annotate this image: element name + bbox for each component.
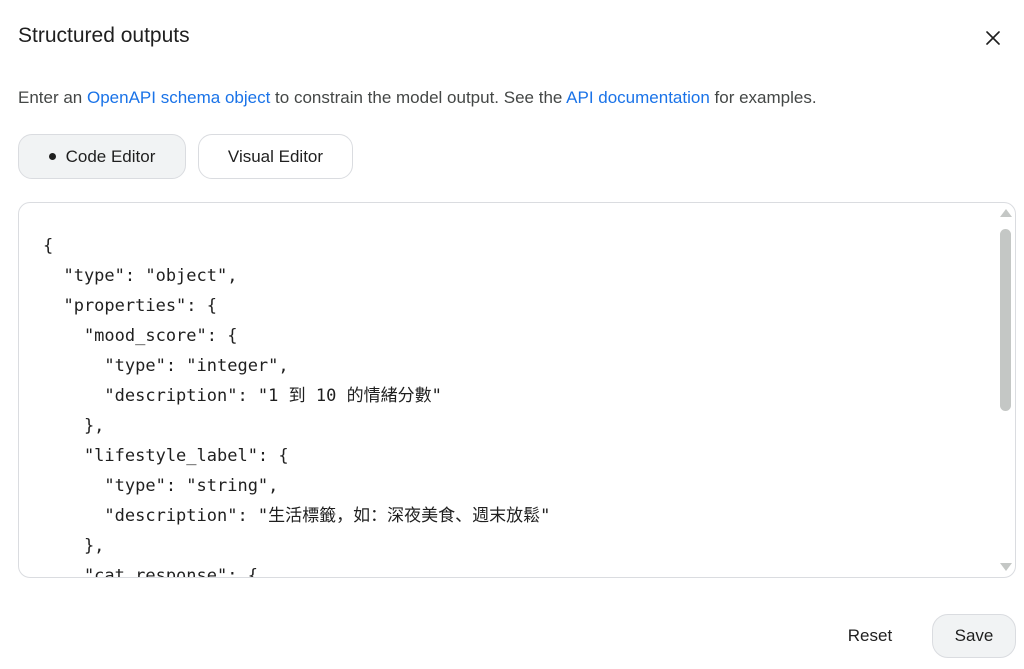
reset-button[interactable]: Reset (828, 614, 912, 658)
dialog-description: Enter an OpenAPI schema object to constr… (18, 88, 817, 108)
scroll-down-arrow-icon[interactable] (1000, 563, 1012, 571)
code-line: { (43, 236, 54, 256)
code-content[interactable]: { "type": "object", "properties": { "moo… (43, 231, 551, 578)
description-suffix: for examples. (709, 88, 817, 107)
code-line: "description": "1 到 10 的情緒分數" (43, 386, 442, 406)
code-line: "lifestyle_label": { (43, 446, 289, 466)
code-line: "cat_response": { (43, 566, 258, 578)
scroll-up-arrow-icon[interactable] (1000, 209, 1012, 217)
schema-code-editor[interactable]: { "type": "object", "properties": { "moo… (18, 202, 1016, 578)
selected-dot-icon (48, 153, 56, 160)
description-prefix: Enter an (18, 88, 87, 107)
tab-visual-editor-label: Visual Editor (227, 146, 324, 166)
tab-code-editor[interactable]: Code Editor (18, 134, 186, 179)
close-icon (986, 31, 1000, 45)
openapi-schema-link[interactable]: OpenAPI schema object (87, 88, 270, 107)
code-line: "mood_score": { (43, 326, 238, 346)
structured-outputs-dialog: Structured outputs Enter an OpenAPI sche… (0, 0, 1024, 669)
save-button[interactable]: Save (932, 614, 1016, 658)
api-documentation-link[interactable]: API documentation (566, 88, 710, 107)
code-line: "type": "object", (43, 266, 238, 286)
code-line: "type": "string", (43, 476, 279, 496)
dialog-title: Structured outputs (18, 24, 190, 47)
description-middle: to constrain the model output. See the (270, 88, 567, 107)
tab-visual-editor[interactable]: Visual Editor (198, 134, 353, 179)
code-line: "type": "integer", (43, 356, 289, 376)
code-line: "properties": { (43, 296, 217, 316)
tab-code-editor-label: Code Editor (65, 146, 156, 166)
code-line: }, (43, 416, 105, 436)
close-button[interactable] (980, 25, 1006, 51)
scrollbar-thumb[interactable] (1000, 229, 1011, 411)
code-line: "description": "生活標籤，如：深夜美食、週末放鬆" (43, 506, 551, 526)
editor-scrollbar[interactable] (995, 203, 1015, 577)
code-line: }, (43, 536, 105, 556)
